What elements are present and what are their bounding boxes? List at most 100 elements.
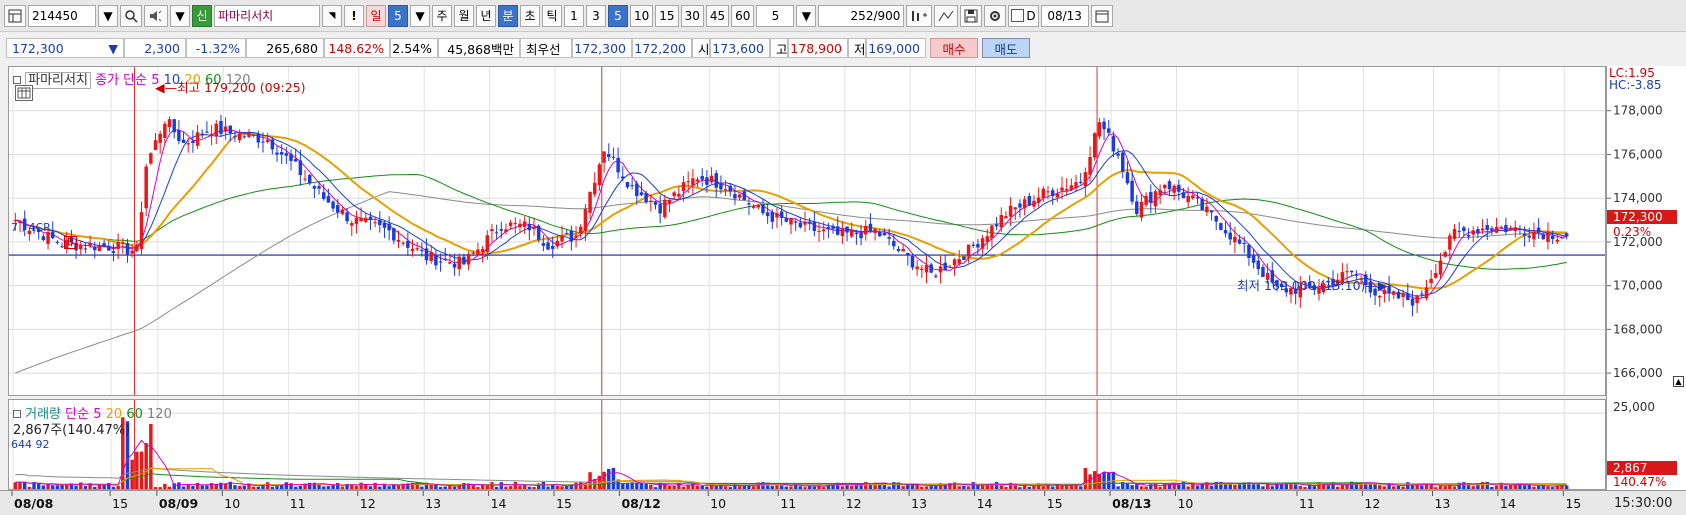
- candle-body: [892, 240, 896, 247]
- chevron-down-icon: ▼: [175, 8, 185, 23]
- interval-button-1[interactable]: 1: [564, 4, 584, 27]
- volume-bar: [233, 485, 237, 489]
- speaker-icon[interactable]: [144, 4, 168, 27]
- volume-bar: [1223, 484, 1228, 489]
- candle-body: [1191, 195, 1195, 199]
- volume-chart-panel[interactable]: 거래량 단순 5 20 60 120 2,867주(140.47%) 644 9…: [8, 399, 1606, 490]
- interval-button-60[interactable]: 60: [731, 4, 755, 27]
- candle-body: [569, 230, 574, 242]
- volume-bar: [508, 486, 513, 489]
- period-month-button[interactable]: 월: [454, 4, 474, 27]
- interval-button-45[interactable]: 45: [705, 4, 730, 27]
- period-tick-label: 틱: [546, 9, 558, 23]
- stock-code-input[interactable]: 214450: [28, 4, 96, 27]
- volume-bar: [1209, 485, 1214, 489]
- volume-bar: [1186, 486, 1190, 489]
- volume-bar: [1088, 474, 1092, 489]
- volume-bar: [649, 484, 653, 489]
- search-icon[interactable]: [120, 4, 142, 27]
- volume-chart[interactable]: [9, 400, 1605, 489]
- count-dropdown-button[interactable]: ▼: [796, 4, 817, 27]
- date-input[interactable]: 08/13: [1040, 4, 1089, 27]
- volume-bar: [695, 485, 700, 489]
- period-tick-button[interactable]: 틱: [542, 4, 562, 27]
- interval-button-5[interactable]: 5: [608, 4, 628, 27]
- period-year-label: 년: [480, 9, 492, 23]
- right-arrow-icon: —▶: [1365, 278, 1388, 293]
- current-price: 172,300 ▼: [6, 38, 124, 58]
- volume-bar: [237, 485, 242, 489]
- candle-body: [149, 153, 153, 164]
- volume-bar: [621, 483, 625, 489]
- candle-body: [256, 134, 261, 143]
- stock-code-dropdown-button[interactable]: ▼: [98, 4, 118, 27]
- volume-bar: [167, 486, 172, 489]
- period-day-button[interactable]: 일: [366, 4, 386, 27]
- speaker-dropdown-button[interactable]: ▼: [170, 4, 190, 27]
- candle-body: [611, 156, 616, 158]
- price-info-bar: 172,300 ▼ 2,300 -1.32% 265,680 148.62% 2…: [0, 34, 1686, 62]
- price-change: 2,300: [124, 38, 186, 58]
- volume-bar: [93, 486, 97, 489]
- period-day-value[interactable]: 5: [388, 4, 408, 27]
- candle-body: [55, 241, 60, 243]
- count-input[interactable]: 5: [756, 4, 795, 27]
- volume-bar: [513, 481, 518, 489]
- stock-name-field[interactable]: 파마리서치: [214, 4, 320, 27]
- buy-button[interactable]: 매수: [930, 38, 978, 58]
- chevron-down-icon: ▼: [103, 8, 113, 23]
- layout-icon[interactable]: [4, 4, 26, 27]
- collapse-icon[interactable]: [13, 410, 21, 418]
- low-note: 최저 169,000 (13:10)—▶: [1237, 275, 1388, 294]
- axis-tick-label: 176,000: [1613, 147, 1663, 161]
- volume-bar: [1116, 486, 1120, 489]
- candle-body: [779, 211, 784, 218]
- buy-button-label: 매수: [942, 41, 966, 57]
- candle-body: [1032, 200, 1036, 207]
- bar-count-field[interactable]: 252/900: [818, 4, 905, 27]
- candle-body: [522, 221, 527, 227]
- stock-name-clear-button[interactable]: ◥: [322, 4, 342, 27]
- candle-body: [564, 233, 569, 235]
- table-icon[interactable]: [15, 85, 33, 101]
- candle-body: [434, 254, 438, 266]
- candle-body: [228, 125, 233, 133]
- volume-bar: [331, 484, 335, 489]
- period-year-button[interactable]: 년: [476, 4, 496, 27]
- volume-bar: [1490, 486, 1494, 489]
- period-day-dropdown-button[interactable]: ▼: [410, 4, 430, 27]
- ma10-line: [15, 131, 1567, 297]
- candle-body: [1167, 181, 1172, 190]
- volume-bar: [1452, 486, 1457, 489]
- period-week-button[interactable]: 주: [432, 4, 452, 27]
- interval-button-15[interactable]: 15: [655, 4, 679, 27]
- volume-bar: [336, 483, 340, 489]
- gear-icon[interactable]: [984, 4, 1007, 27]
- interval-button-10[interactable]: 10: [630, 4, 654, 27]
- period-second-button[interactable]: 초: [520, 4, 540, 27]
- indicator-icon[interactable]: [906, 4, 933, 27]
- volume-bar: [279, 485, 284, 489]
- candle-body: [1410, 298, 1415, 306]
- trendline-icon[interactable]: [934, 4, 959, 27]
- axis-tick-label: 168,000: [1613, 322, 1663, 336]
- interval-button-3[interactable]: 3: [586, 4, 606, 27]
- candle-body: [466, 253, 471, 265]
- scroll-up-icon[interactable]: ▲: [1673, 376, 1684, 387]
- collapse-icon[interactable]: [13, 76, 21, 84]
- price-chart-panel[interactable]: 파마리서치 종가 단순 5 10 20 60 120 ◀—최고 179,200 …: [8, 66, 1606, 396]
- d-checkbox[interactable]: D: [1008, 4, 1039, 27]
- save-icon[interactable]: [960, 4, 983, 27]
- alert-button[interactable]: !: [344, 4, 364, 27]
- price-chart[interactable]: [9, 67, 1605, 395]
- open-price: 173,600: [710, 38, 770, 58]
- candle-body: [153, 140, 158, 151]
- sell-button[interactable]: 매도: [982, 38, 1030, 58]
- candle-body: [1396, 291, 1401, 299]
- calendar-icon[interactable]: [1090, 4, 1113, 27]
- vma120-line: [15, 467, 1567, 485]
- period-minute-button[interactable]: 분: [498, 4, 518, 27]
- candle-body: [765, 212, 770, 217]
- volume-bar: [79, 482, 83, 489]
- interval-button-30[interactable]: 30: [680, 4, 704, 27]
